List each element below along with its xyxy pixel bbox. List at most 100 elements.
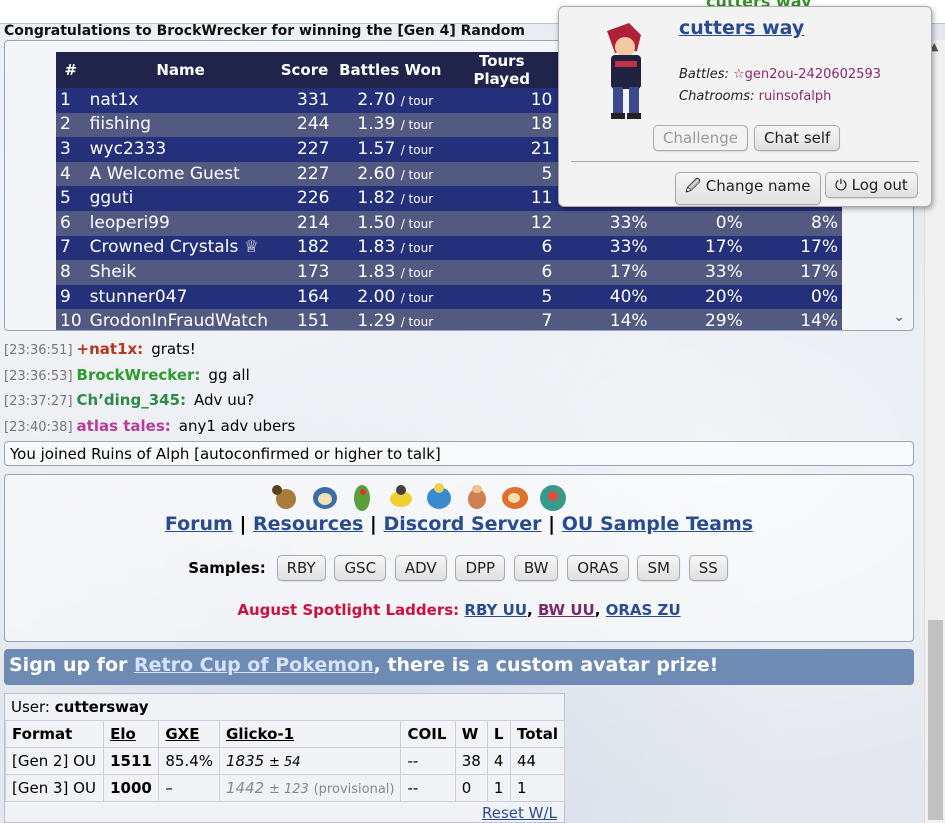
glicko-deviation: ± 123 bbox=[268, 782, 309, 797]
coil-cell: -- bbox=[400, 747, 456, 775]
name-cell: Crowned Crystals ♕ bbox=[85, 235, 276, 261]
popup-username[interactable]: cutters way bbox=[679, 17, 804, 39]
sample-gsc-button[interactable]: GSC bbox=[334, 555, 387, 581]
tours-played-cell: 6 bbox=[447, 260, 557, 285]
battles-won-cell: 2.70 / tour bbox=[333, 88, 448, 113]
battles-won-value: 1.82 bbox=[357, 188, 396, 209]
name-cell: wyc2333 bbox=[85, 137, 276, 162]
forum-link[interactable]: Forum bbox=[165, 513, 233, 535]
user-label: User: bbox=[11, 698, 50, 716]
sample-oras-button[interactable]: ORAS bbox=[567, 555, 629, 581]
logout-button[interactable]: ⏻ Log out bbox=[825, 172, 918, 198]
spotlight-ladders: August Spotlight Ladders: RBY UU, BW UU,… bbox=[5, 601, 913, 619]
stat-cell: 20% bbox=[651, 284, 747, 310]
table-row: 10 GrodonInFraudWatch 151 1.29 / tour 7 14% 29… bbox=[56, 309, 842, 330]
chat-self-button[interactable]: Chat self bbox=[754, 125, 841, 151]
spotlight-oras-zu-link[interactable]: ORAS ZU bbox=[606, 601, 681, 619]
sample-bw-button[interactable]: BW bbox=[513, 555, 559, 581]
battles-won-value: 2.00 bbox=[357, 286, 396, 307]
name-cell: leoperi99 bbox=[85, 210, 276, 236]
battles-won-value: 2.60 bbox=[357, 163, 396, 184]
scrollbar-thumb[interactable] bbox=[928, 620, 943, 820]
stat-cell: 33% bbox=[651, 260, 747, 285]
stat-cell: 0% bbox=[651, 210, 747, 236]
per-tour-unit: / tour bbox=[400, 118, 434, 133]
tours-played-cell: 12 bbox=[447, 210, 557, 236]
chat-text: any1 adv ubers bbox=[178, 417, 296, 435]
rank-cell: 6 bbox=[56, 210, 86, 236]
score-cell: 331 bbox=[275, 88, 334, 113]
resources-link[interactable]: Resources bbox=[253, 513, 363, 535]
sample-dpp-button[interactable]: DPP bbox=[455, 555, 506, 581]
chat-username[interactable]: BrockWrecker: bbox=[77, 366, 201, 384]
room-intro-box: Forum | Resources | Discord Server | OU … bbox=[4, 474, 914, 642]
wins-cell: 0 bbox=[454, 774, 488, 802]
chat-message: [23:40:38] atlas tales: any1 adv ubers bbox=[4, 417, 295, 435]
battles-won-cell: 1.57 / tour bbox=[333, 137, 448, 162]
chat-text: gg all bbox=[208, 366, 250, 384]
change-name-label: Change name bbox=[705, 177, 811, 195]
stats-username: cuttersway bbox=[54, 698, 149, 716]
pokemon-sprite-icon bbox=[536, 481, 569, 513]
elo-cell: 1000 bbox=[103, 774, 160, 802]
ou-sample-teams-link[interactable]: OU Sample Teams bbox=[562, 513, 753, 535]
chat-message: [23:37:27] Ch’ding_345: Adv uu? bbox=[4, 391, 254, 409]
sample-ss-button[interactable]: SS bbox=[688, 555, 728, 581]
stat-cell: 17% bbox=[651, 235, 747, 261]
change-name-button[interactable]: 🖉 Change name bbox=[675, 172, 821, 205]
per-tour-unit: / tour bbox=[400, 142, 434, 157]
rank-cell: 8 bbox=[56, 260, 86, 285]
reset-wl-link[interactable]: Reset W/L bbox=[482, 804, 557, 822]
battles-won-cell: 1.83 / tour bbox=[333, 235, 448, 261]
discord-server-link[interactable]: Discord Server bbox=[383, 513, 541, 535]
chat-message: [23:36:53] BrockWrecker: gg all bbox=[4, 366, 250, 384]
header-total: Total bbox=[510, 720, 565, 748]
header-format: Format bbox=[4, 720, 105, 748]
header-score: Score bbox=[275, 52, 334, 88]
challenge-button[interactable]: Challenge bbox=[653, 125, 748, 151]
spotlight-rby-uu-link[interactable]: RBY UU bbox=[464, 601, 527, 619]
battles-won-cell: 1.50 / tour bbox=[333, 210, 448, 236]
chatroom-link[interactable]: ruinsofalph bbox=[759, 89, 832, 104]
pokemon-sprite-icon bbox=[308, 481, 341, 513]
glicko-value: 1835 bbox=[226, 752, 265, 770]
score-cell: 214 bbox=[275, 210, 334, 236]
stats-header-row: Format Elo GXE Glicko-1 COIL W L Total bbox=[4, 720, 565, 748]
battle-link[interactable]: ☆gen2ou-2420602593 bbox=[733, 67, 881, 82]
user-stats-box: User: cuttersway Format Elo GXE Glicko-1… bbox=[4, 693, 565, 823]
stat-cell: 14% bbox=[556, 309, 652, 330]
chat-username[interactable]: Ch’ding_345: bbox=[77, 391, 187, 409]
header-rank: # bbox=[56, 52, 86, 88]
wins-cell: 38 bbox=[454, 747, 488, 775]
power-icon: ⏻ bbox=[835, 176, 847, 194]
battles-won-value: 1.39 bbox=[357, 114, 396, 135]
elo-cell: 1511 bbox=[103, 747, 160, 775]
tours-played-cell: 18 bbox=[447, 112, 557, 138]
chat-username[interactable]: atlas tales: bbox=[77, 417, 171, 435]
chat-username[interactable]: +nat1x: bbox=[77, 340, 144, 358]
battles-won-value: 1.57 bbox=[357, 138, 396, 159]
stat-cell: 17% bbox=[556, 260, 652, 285]
sample-sm-button[interactable]: SM bbox=[637, 555, 680, 581]
samples-row: Samples: RBY GSC ADV DPP BW ORAS SM SS bbox=[5, 555, 913, 581]
pokemon-sprite-icon bbox=[346, 481, 379, 513]
battles-won-value: 1.83 bbox=[357, 261, 396, 282]
stat-cell: 0% bbox=[746, 284, 842, 310]
header-glicko: Glicko-1 bbox=[219, 720, 402, 748]
sample-rby-button[interactable]: RBY bbox=[276, 555, 326, 581]
header-name: Name bbox=[85, 52, 276, 88]
ladder-stats-table: Format Elo GXE Glicko-1 COIL W L Total [… bbox=[4, 720, 565, 802]
retro-cup-link[interactable]: Retro Cup of Pokemon bbox=[134, 654, 374, 676]
name-cell: gguti bbox=[85, 186, 276, 211]
chevron-down-icon[interactable]: ⌄ bbox=[893, 309, 905, 325]
sample-adv-button[interactable]: ADV bbox=[394, 555, 447, 581]
battles-won-cell: 2.60 / tour bbox=[333, 161, 448, 187]
glicko-cell: 1835 ± 54 bbox=[219, 747, 402, 775]
stat-cell: 29% bbox=[651, 309, 747, 330]
glicko-cell: 1442 ± 123 (provisional) bbox=[219, 774, 402, 802]
battles-won-value: 2.70 bbox=[357, 89, 396, 110]
spotlight-bw-uu-link[interactable]: BW UU bbox=[538, 601, 595, 619]
chatrooms-label: Chatrooms: bbox=[679, 89, 755, 104]
tours-played-cell: 11 bbox=[447, 186, 557, 211]
score-cell: 182 bbox=[275, 235, 334, 261]
